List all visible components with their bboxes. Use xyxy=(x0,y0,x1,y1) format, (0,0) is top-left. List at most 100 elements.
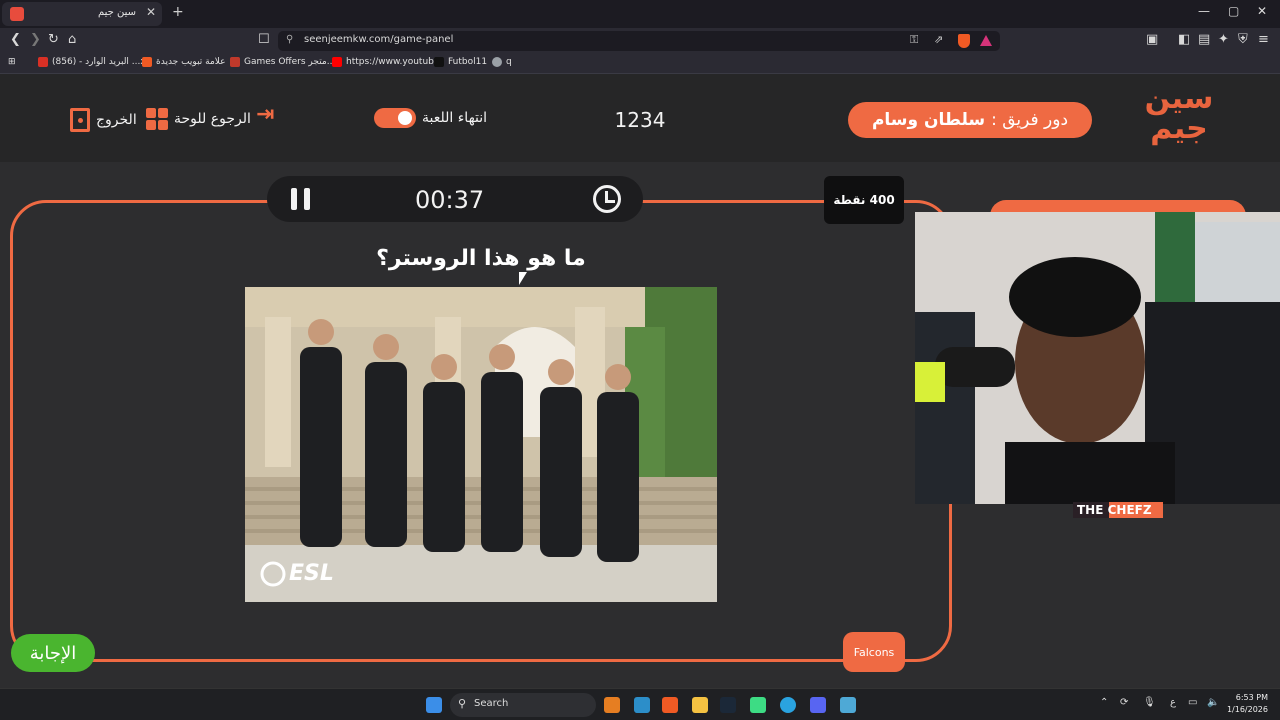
bookmark-q[interactable]: q xyxy=(492,57,512,67)
bookmark-games-offers[interactable]: Games Offers متجر... xyxy=(230,57,335,67)
screenshot-icon[interactable]: ▣ xyxy=(1146,32,1158,47)
bookmark-label: (856) - البريد الوارد ...x xyxy=(52,57,146,67)
browser-navbar: ❮ ❯ ↻ ⌂ ☐ ⚲ seenjeemkw.com/game-panel ⚿ … xyxy=(0,28,1280,54)
question-image: ESL xyxy=(245,287,717,602)
reset-timer-icon[interactable] xyxy=(593,185,621,213)
apps-icon[interactable]: ⊞ xyxy=(8,57,16,67)
volume-icon[interactable]: 🔈 xyxy=(1207,697,1219,708)
back-icon[interactable]: ❮ xyxy=(10,32,21,47)
wallet-icon[interactable]: ▤ xyxy=(1198,32,1210,47)
webcam-overlay xyxy=(915,212,1280,504)
reload-icon[interactable]: ↻ xyxy=(48,32,59,47)
app-green-icon[interactable] xyxy=(750,697,766,713)
brave-shields-icon[interactable] xyxy=(958,34,970,48)
browser-tabbar: سين جيم ✕ + — ▢ ✕ xyxy=(0,0,1280,28)
taskbar-search[interactable]: ⚲ Search xyxy=(450,693,596,717)
logo-line: جيم xyxy=(1150,111,1208,146)
question-text: ما هو هذا الروستر؟ xyxy=(376,246,586,271)
browser-tab[interactable]: سين جيم ✕ xyxy=(2,2,162,26)
current-team-name: سلطان وسام xyxy=(871,110,986,130)
gmail-icon xyxy=(38,57,48,67)
screen: سين جيم ✕ + — ▢ ✕ ❮ ❯ ↻ ⌂ ☐ ⚲ seenjeemkw… xyxy=(0,0,1280,720)
team-turn-pill: دور فريق : سلطان وسام xyxy=(848,102,1092,138)
bookmark-label: https://www.youtub... xyxy=(346,57,443,67)
telegram-icon[interactable] xyxy=(780,697,796,713)
share-icon[interactable]: ⇗ xyxy=(934,33,943,46)
board-grid-icon xyxy=(146,108,168,130)
minimize-button[interactable]: — xyxy=(1198,4,1210,18)
sync-icon[interactable]: ⟳ xyxy=(1120,697,1128,708)
end-game-toggle[interactable] xyxy=(374,108,416,128)
end-game-label: انتهاء اللعبة xyxy=(422,110,488,126)
clock-time: 6:53 PM xyxy=(1235,693,1268,702)
exit-button[interactable]: الخروج xyxy=(70,108,137,132)
address-bar[interactable]: ⚲ seenjeemkw.com/game-panel ⚿ ⇗ xyxy=(278,31,1000,51)
store-icon xyxy=(230,57,240,67)
game-header: سين جيم دور فريق : سلطان وسام 1234 انتها… xyxy=(0,74,1280,162)
bookmark-youtube[interactable]: https://www.youtub... xyxy=(332,57,442,67)
discord-icon[interactable] xyxy=(810,697,826,713)
close-window-button[interactable]: ✕ xyxy=(1257,4,1267,18)
timer-bar: 00:37 xyxy=(267,176,643,222)
show-answer-button[interactable]: الإجابة xyxy=(11,634,95,672)
webcam-feed xyxy=(915,212,1280,504)
turn-prefix: دور فريق : xyxy=(991,110,1069,130)
brave-taskbar-icon[interactable] xyxy=(662,697,678,713)
app-a-icon[interactable] xyxy=(604,697,620,713)
bookmark-label: Games Offers متجر... xyxy=(244,57,335,67)
brave-rewards-icon[interactable] xyxy=(980,35,992,46)
site-info-icon[interactable]: ⚲ xyxy=(286,34,293,45)
leo-ai-icon[interactable]: ✦ xyxy=(1218,32,1229,47)
bookmark-gmail[interactable]: (856) - البريد الوارد ...x xyxy=(38,57,146,67)
brave-icon xyxy=(142,57,152,67)
bookmark-futbol11[interactable]: Futbol11 xyxy=(434,57,487,67)
futbol-icon xyxy=(434,57,444,67)
app-f-icon[interactable] xyxy=(634,697,650,713)
steam-icon[interactable] xyxy=(720,697,736,713)
tray-overflow-icon[interactable]: ⌃ xyxy=(1100,697,1108,708)
new-tab-button[interactable]: + xyxy=(172,4,184,20)
bookmark-icon[interactable]: ☐ xyxy=(258,32,270,47)
pause-icon[interactable] xyxy=(291,188,311,210)
end-game-control[interactable]: انتهاء اللعبة xyxy=(374,108,487,128)
menu-icon[interactable]: ≡ xyxy=(1258,32,1269,47)
clock-date: 1/16/2026 xyxy=(1226,705,1268,714)
url-text[interactable]: seenjeemkw.com/game-panel xyxy=(304,34,453,45)
game-panel: سين جيم دور فريق : سلطان وسام 1234 انتها… xyxy=(0,74,1280,688)
maximize-button[interactable]: ▢ xyxy=(1228,4,1239,18)
microphone-icon[interactable]: 🎙 xyxy=(1143,697,1156,708)
search-label: Search xyxy=(474,698,509,709)
app-blue-icon[interactable] xyxy=(840,697,856,713)
windows-start-icon[interactable] xyxy=(426,697,442,713)
bookmark-label: q xyxy=(506,57,512,67)
team-photo xyxy=(245,287,717,602)
logo-line: سين xyxy=(1144,81,1214,116)
tab-close-icon[interactable]: ✕ xyxy=(146,5,156,19)
forward-icon[interactable]: ❯ xyxy=(30,32,41,47)
search-icon: ⚲ xyxy=(458,697,467,710)
exit-label: الخروج xyxy=(96,112,137,128)
team-falcons-button[interactable]: Falcons xyxy=(843,632,905,672)
file-explorer-icon[interactable] xyxy=(692,697,708,713)
bookmark-label: Futbol11 xyxy=(448,57,488,67)
bookmark-new-tab[interactable]: علامة تبويب جديدة xyxy=(142,57,226,67)
back-to-board-button[interactable]: الرجوع للوحة xyxy=(146,108,251,130)
key-icon[interactable]: ⚿ xyxy=(910,33,918,47)
seenjeem-logo: سين جيم xyxy=(1144,84,1214,154)
tab-title: سين جيم xyxy=(97,7,136,18)
windows-taskbar: ⚲ Search ⌃ ⟳ 🎙 ع ▭ 🔈 6:53 PM 1/16/2026 xyxy=(0,688,1280,720)
vpn-icon[interactable]: ⛨ xyxy=(1238,32,1248,47)
home-icon[interactable]: ⌂ xyxy=(68,32,76,47)
timer-display: 00:37 xyxy=(415,186,485,214)
game-code: 1234 xyxy=(614,108,666,132)
esl-watermark: ESL xyxy=(289,561,334,586)
points-badge: 400 نقطة xyxy=(824,176,904,224)
bookmark-label: علامة تبويب جديدة xyxy=(156,57,226,67)
network-icon[interactable]: ▭ xyxy=(1188,697,1197,708)
sidebar-icon[interactable]: ◧ xyxy=(1178,32,1190,47)
language-indicator[interactable]: ع xyxy=(1170,697,1176,708)
system-clock[interactable]: 6:53 PM 1/16/2026 xyxy=(1227,692,1268,716)
youtube-icon xyxy=(332,57,342,67)
mouse-cursor-icon xyxy=(519,272,527,285)
end-game-arrow-icon[interactable]: ⇥ xyxy=(256,102,274,127)
